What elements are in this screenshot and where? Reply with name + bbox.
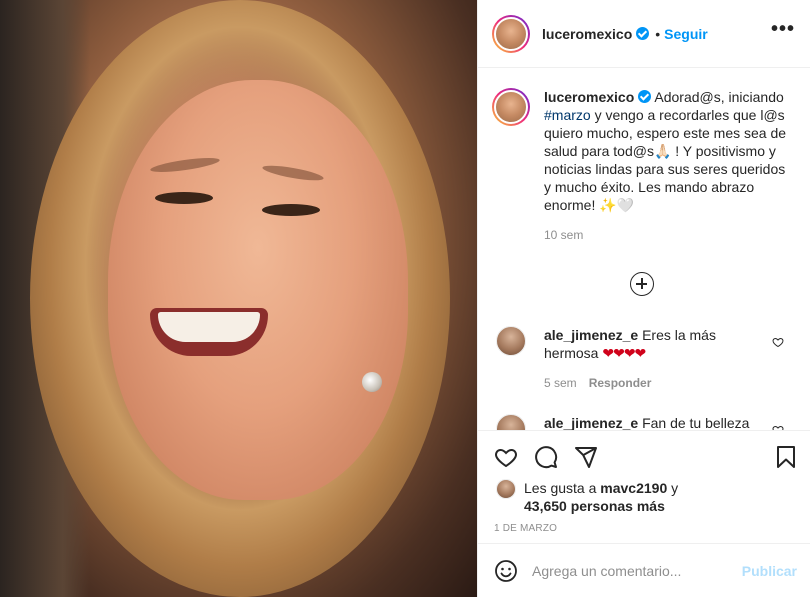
comments-list[interactable]: ale_jimenez_e Eres la más hermosa ❤❤❤❤ 5… — [478, 308, 810, 430]
comment-input[interactable]: Agrega un comentario... — [532, 563, 742, 579]
post-actions: Les gusta a mavc2190 y 43,650 personas m… — [478, 430, 810, 543]
caption-avatar[interactable] — [492, 88, 530, 126]
comment-item: ale_jimenez_e Eres la más hermosa ❤❤❤❤ 5… — [496, 326, 796, 392]
comment-avatar[interactable] — [496, 414, 526, 430]
publish-button[interactable]: Publicar — [742, 563, 797, 579]
comment-username[interactable]: ale_jimenez_e — [544, 327, 638, 343]
verified-badge-icon — [638, 90, 652, 103]
emoji-icon[interactable] — [494, 559, 518, 583]
caption-time[interactable]: 10 sem — [544, 226, 794, 244]
header-username[interactable]: luceromexico — [542, 26, 632, 42]
post-date[interactable]: 1 DE MARZO — [494, 523, 557, 534]
post-photo[interactable] — [0, 0, 477, 597]
heart-icon[interactable] — [494, 445, 518, 469]
share-icon[interactable] — [574, 445, 598, 469]
comment-time[interactable]: 5 sem — [544, 376, 577, 390]
comment-icon[interactable] — [534, 445, 558, 469]
bookmark-icon[interactable] — [774, 445, 798, 469]
verified-badge-icon — [636, 26, 650, 40]
caption-username[interactable]: luceromexico — [544, 89, 634, 105]
liker-avatar[interactable] — [496, 479, 516, 499]
more-options-icon[interactable]: ••• — [771, 19, 795, 39]
comment-text: Fan de tu belleza — [642, 415, 750, 430]
comment-avatar[interactable] — [496, 326, 526, 356]
likes-count[interactable]: 43,650 personas más — [524, 498, 665, 514]
post-sidebar: luceromexico • Seguir ••• luceromexico Ado… — [477, 0, 810, 597]
comment-like-icon[interactable] — [772, 336, 784, 348]
caption-text: Adorad@s, iniciando — [654, 89, 784, 105]
face-shape — [108, 80, 408, 500]
earring — [362, 372, 382, 392]
post-caption: luceromexico Adorad@s, iniciando #marzo … — [492, 88, 798, 244]
profile-avatar[interactable] — [492, 14, 530, 53]
comment-username[interactable]: ale_jimenez_e — [544, 415, 638, 430]
post-header: luceromexico • Seguir ••• — [478, 0, 810, 68]
hashtag-link[interactable]: #marzo — [544, 107, 591, 123]
reply-button[interactable]: Responder — [589, 376, 652, 390]
comment-emoji: ❤❤❤❤ — [602, 345, 646, 361]
instagram-post: luceromexico • Seguir ••• luceromexico Ado… — [0, 0, 810, 597]
load-more-icon[interactable] — [630, 272, 654, 296]
add-comment-bar: Agrega un comentario... Publicar — [478, 543, 810, 597]
follow-button[interactable]: Seguir — [664, 26, 708, 42]
comment-item: ale_jimenez_e Fan de tu belleza — [496, 414, 796, 430]
likes-summary: Les gusta a mavc2190 y 43,650 personas m… — [496, 479, 678, 515]
liked-by-username[interactable]: mavc2190 — [600, 480, 667, 496]
